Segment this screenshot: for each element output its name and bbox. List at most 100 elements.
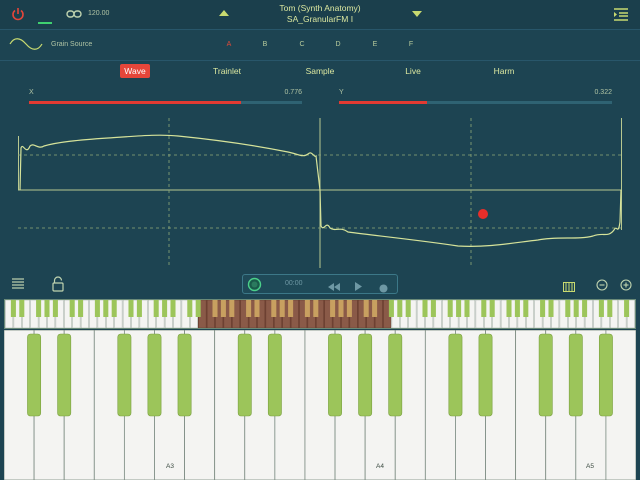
x-slider-value: 0.776 — [284, 89, 302, 96]
overview-black-key — [607, 300, 613, 317]
overview-black-key — [304, 300, 310, 317]
menu-icon[interactable] — [612, 6, 630, 22]
y-slider-value: 0.322 — [594, 89, 612, 96]
keyboard-settings-icon[interactable] — [11, 277, 25, 291]
y-slider-label: Y — [339, 89, 344, 96]
source-letter-f[interactable]: F — [406, 41, 416, 48]
overview-black-key — [481, 300, 487, 317]
overview-black-key — [44, 300, 50, 317]
overview-black-key — [103, 300, 109, 317]
black-key[interactable] — [568, 333, 583, 417]
overview-black-key — [523, 300, 529, 317]
overview-black-key — [548, 300, 554, 317]
level-indicator — [38, 22, 52, 24]
overview-black-key — [195, 300, 201, 317]
power-icon[interactable] — [10, 6, 26, 22]
overview-black-key — [288, 300, 294, 317]
overview-black-key — [229, 300, 235, 317]
overview-black-key — [162, 300, 168, 317]
top-bar: 120.00 Tom (Synth Anatomy) SA_GranularFM… — [0, 0, 640, 30]
black-key[interactable] — [57, 333, 72, 417]
overview-black-key — [430, 300, 436, 317]
lock-icon[interactable] — [51, 276, 65, 292]
tab-harm[interactable]: Harm — [486, 64, 522, 78]
sine-wave-icon — [9, 37, 43, 55]
overview-black-key — [565, 300, 571, 317]
overview-black-key — [170, 300, 176, 317]
black-key[interactable] — [478, 333, 493, 417]
waveform-display[interactable] — [18, 118, 622, 268]
black-key[interactable] — [27, 333, 42, 417]
overview-black-key — [464, 300, 470, 317]
overview-black-key — [246, 300, 252, 317]
black-key[interactable] — [358, 333, 373, 417]
keyboard-view-icon[interactable] — [563, 279, 575, 297]
source-letter-b[interactable]: B — [260, 41, 270, 48]
record-ring-icon[interactable] — [247, 277, 262, 292]
tab-wave[interactable]: Wave — [120, 64, 150, 78]
y-slider[interactable] — [339, 101, 612, 104]
overview-black-key — [128, 300, 134, 317]
black-key[interactable] — [237, 333, 252, 417]
overview-black-key — [447, 300, 453, 317]
overview-black-key — [456, 300, 462, 317]
x-slider-fill — [29, 101, 241, 104]
overview-black-key — [405, 300, 411, 317]
octave-label-a3: A3 — [166, 463, 174, 470]
black-key[interactable] — [598, 333, 613, 417]
source-letter-a[interactable]: A — [224, 41, 234, 48]
play-icon[interactable] — [354, 279, 363, 297]
overview-black-key — [254, 300, 260, 317]
overview-black-key — [363, 300, 369, 317]
divider — [0, 60, 640, 61]
black-key[interactable] — [147, 333, 162, 417]
zoom-out-icon[interactable] — [596, 278, 608, 296]
overview-black-key — [94, 300, 100, 317]
x-slider-label: X — [29, 89, 34, 96]
next-preset-icon[interactable] — [412, 11, 422, 17]
overview-black-key — [506, 300, 512, 317]
black-key[interactable] — [388, 333, 403, 417]
source-letter-c[interactable]: C — [297, 41, 307, 48]
overview-black-key — [187, 300, 193, 317]
overview-black-key — [346, 300, 352, 317]
black-key[interactable] — [328, 333, 342, 417]
grain-source-row: Grain Source — [0, 31, 640, 61]
keyboard-overview[interactable] — [4, 299, 636, 329]
link-icon[interactable] — [66, 9, 82, 19]
record-dot-icon[interactable] — [379, 280, 388, 298]
overview-black-key — [388, 300, 394, 317]
tempo-value[interactable]: 120.00 — [88, 10, 109, 17]
source-letter-e[interactable]: E — [370, 41, 380, 48]
y-slider-fill — [339, 101, 427, 104]
preset-title: Tom (Synth Anatomy) — [279, 3, 361, 13]
black-key[interactable] — [538, 333, 553, 417]
black-key[interactable] — [448, 333, 463, 417]
overview-black-key — [624, 300, 630, 317]
tab-live[interactable]: Live — [398, 64, 428, 78]
overview-black-key — [422, 300, 428, 317]
overview-black-key — [514, 300, 520, 317]
overview-black-key — [52, 300, 58, 317]
overview-black-key — [271, 300, 277, 317]
overview-black-key — [573, 300, 579, 317]
tab-trainlet[interactable]: Trainlet — [205, 64, 249, 78]
x-slider[interactable] — [29, 101, 302, 104]
rewind-icon[interactable] — [327, 279, 341, 297]
overview-black-key — [69, 300, 75, 317]
octave-label-a5: A5 — [586, 463, 594, 470]
black-key[interactable] — [177, 333, 192, 417]
overview-black-key — [78, 300, 84, 317]
tab-sample[interactable]: Sample — [298, 64, 342, 78]
black-key[interactable] — [117, 333, 132, 417]
piano-keyboard[interactable]: A3 A4 A5 — [3, 329, 637, 480]
source-letter-d[interactable]: D — [333, 41, 343, 48]
overview-black-key — [397, 300, 403, 317]
overview-black-key — [330, 300, 336, 317]
preset-name[interactable]: SA_GranularFM I — [220, 14, 420, 25]
grain-source-label: Grain Source — [51, 41, 93, 48]
overview-black-key — [136, 300, 142, 317]
zoom-in-icon[interactable] — [620, 278, 632, 296]
black-key[interactable] — [267, 333, 282, 417]
xy-position-marker — [478, 209, 488, 219]
